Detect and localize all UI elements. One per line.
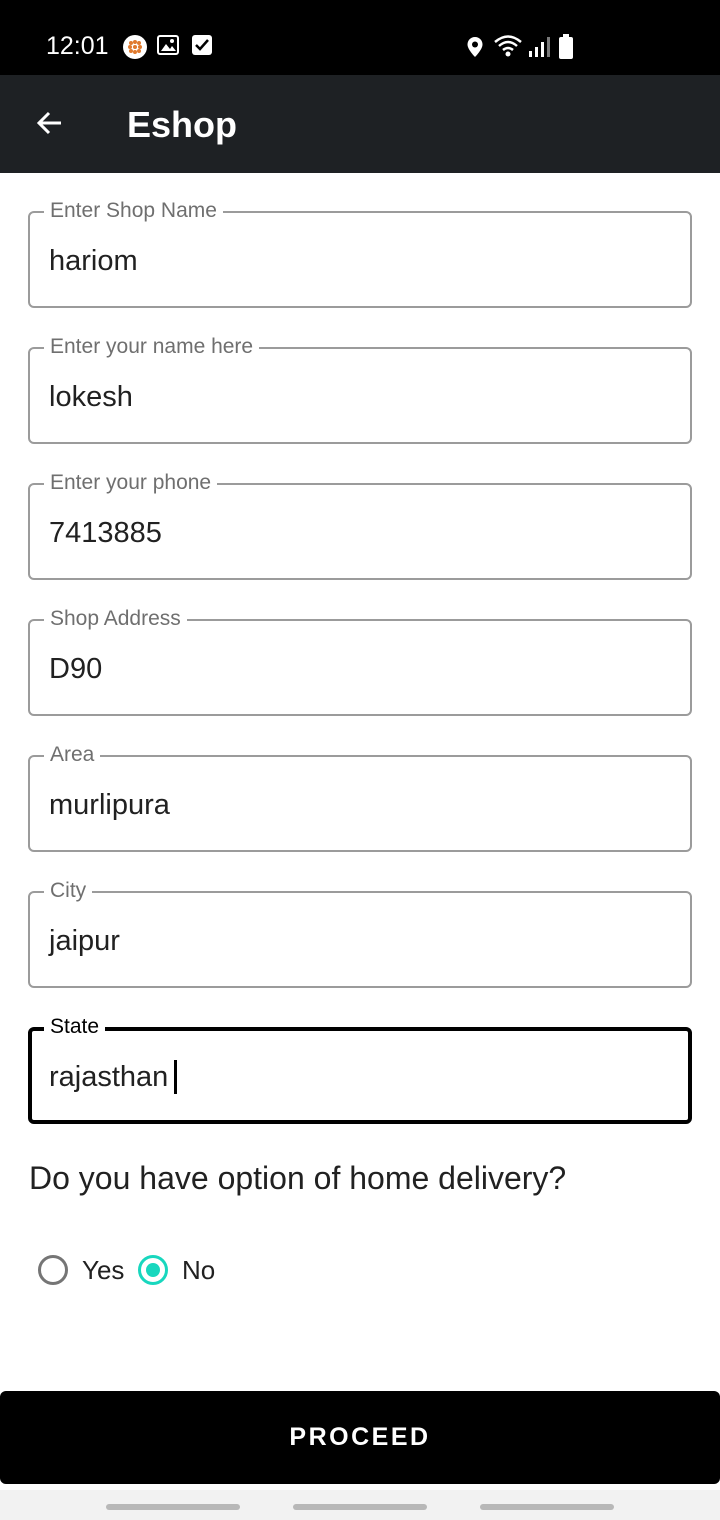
shop-name-value[interactable]: hariom bbox=[49, 244, 138, 278]
signal-icon bbox=[529, 37, 550, 57]
home-delivery-question: Do you have option of home delivery? bbox=[29, 1160, 567, 1196]
shop-address-value[interactable]: D90 bbox=[49, 652, 102, 686]
location-icon bbox=[467, 37, 483, 57]
text-cursor bbox=[174, 1060, 178, 1094]
nav-back-button[interactable] bbox=[480, 1504, 614, 1510]
radio-label-yes: Yes bbox=[82, 1255, 125, 1285]
state-field[interactable]: State rajasthan bbox=[28, 1015, 692, 1124]
city-field[interactable]: City jaipur bbox=[28, 879, 692, 988]
nav-home-button[interactable] bbox=[293, 1504, 427, 1510]
proceed-button[interactable]: PROCEED bbox=[0, 1391, 720, 1484]
battery-icon bbox=[559, 34, 573, 59]
nav-recents-button[interactable] bbox=[106, 1504, 240, 1510]
radio-checked-icon[interactable] bbox=[138, 1255, 168, 1285]
owner-name-label: Enter your name here bbox=[44, 335, 260, 359]
shop-name-label: Enter Shop Name bbox=[44, 199, 223, 223]
arrow-left-icon bbox=[36, 111, 61, 135]
state-label: State bbox=[44, 1015, 106, 1039]
phone-value[interactable]: 7413885 bbox=[49, 516, 162, 550]
radio-label-no: No bbox=[182, 1255, 216, 1285]
state-value[interactable]: rajasthan bbox=[49, 1061, 168, 1093]
wifi-icon bbox=[494, 35, 522, 57]
system-nav-bar bbox=[0, 1490, 720, 1520]
owner-name-field[interactable]: Enter your name here lokesh bbox=[28, 335, 692, 444]
city-label: City bbox=[44, 879, 93, 903]
phone-label: Enter your phone bbox=[44, 471, 218, 495]
status-time: 12:01 bbox=[46, 32, 109, 60]
back-button[interactable] bbox=[22, 95, 78, 151]
status-bar: 12:01 bbox=[0, 0, 720, 75]
checkbox-icon bbox=[192, 35, 212, 55]
area-value[interactable]: murlipura bbox=[49, 788, 170, 822]
phone-field[interactable]: Enter your phone 7413885 bbox=[28, 471, 692, 580]
app-bar: Eshop bbox=[0, 75, 720, 173]
proceed-label: PROCEED bbox=[289, 1423, 431, 1451]
owner-name-value[interactable]: lokesh bbox=[49, 380, 133, 414]
shop-address-label: Shop Address bbox=[44, 607, 187, 631]
shop-address-field[interactable]: Shop Address D90 bbox=[28, 607, 692, 716]
area-label: Area bbox=[44, 743, 101, 767]
notification-app-icon bbox=[123, 35, 147, 59]
page-title: Eshop bbox=[127, 104, 238, 145]
shop-name-field[interactable]: Enter Shop Name hariom bbox=[28, 199, 692, 308]
radio-option-yes[interactable]: Yes bbox=[38, 1252, 124, 1288]
state-value-wrap[interactable]: rajasthan bbox=[49, 1060, 178, 1094]
radio-unchecked-icon[interactable] bbox=[38, 1255, 68, 1285]
area-field[interactable]: Area murlipura bbox=[28, 743, 692, 852]
gallery-icon bbox=[157, 35, 179, 55]
radio-option-no[interactable]: No bbox=[138, 1252, 215, 1288]
city-value[interactable]: jaipur bbox=[49, 924, 120, 958]
